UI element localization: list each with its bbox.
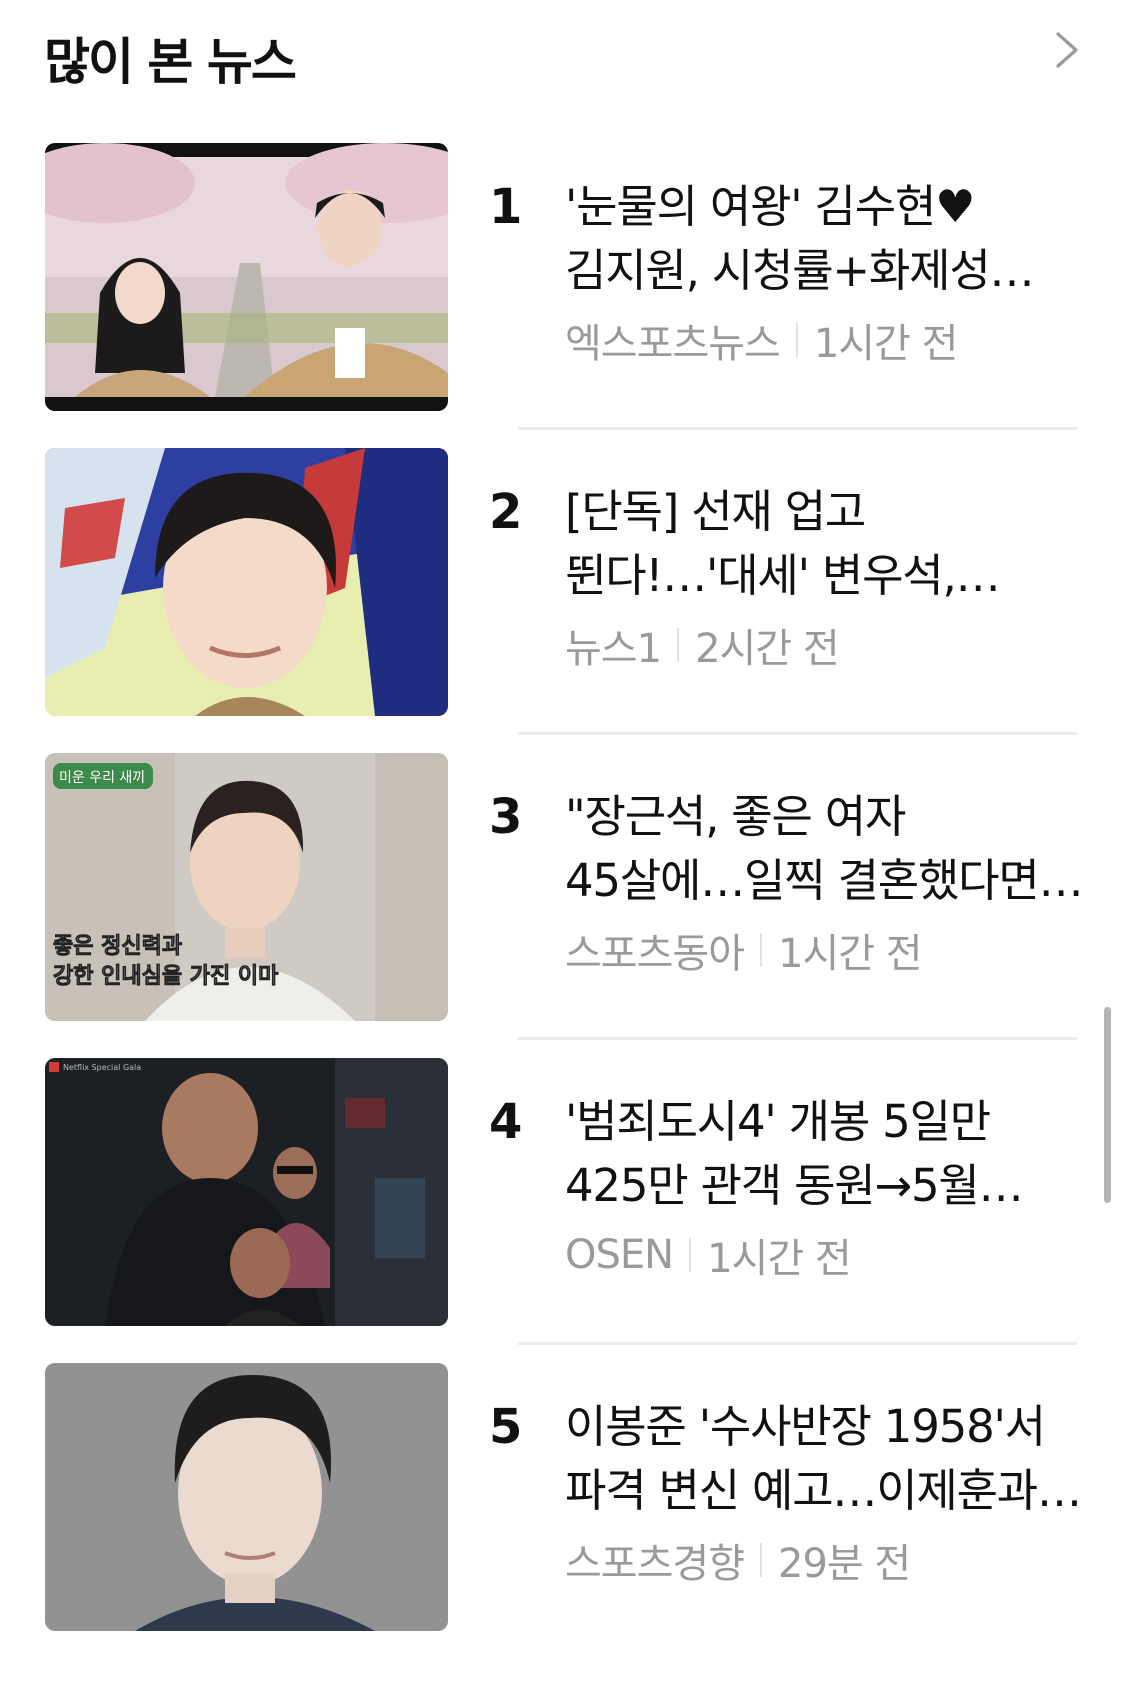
- meta-separator: [795, 323, 798, 357]
- show-badge: 미운 우리 새끼: [59, 770, 145, 786]
- news-time: 29분 전: [778, 1541, 911, 1587]
- news-item[interactable]: 미운 우리 새끼 좋은 정신력과 강한 인내심을 가진 이마 3 "장근석, 좋…: [0, 753, 1125, 1058]
- news-source: 뉴스1: [565, 626, 662, 672]
- divider: [518, 1342, 1077, 1345]
- meta-separator: [689, 1238, 692, 1272]
- news-rank: 2: [489, 484, 523, 540]
- divider: [518, 427, 1077, 430]
- news-title[interactable]: "장근석, 좋은 여자 45살에…일찍 결혼했다면 사별"…: [565, 785, 1085, 913]
- meta-separator: [760, 1543, 762, 1577]
- news-source: 스포츠경향: [565, 1541, 745, 1587]
- scrollbar[interactable]: [1104, 1007, 1111, 1203]
- section-title: 많이 본 뉴스: [44, 33, 297, 91]
- news-source: OSEN: [565, 1232, 674, 1278]
- news-item[interactable]: 2 [단독] 선재 업고 뛴다!…'대세' 변우석, '런닝맨' 출격 뉴스1 …: [0, 448, 1125, 753]
- news-item[interactable]: 1 '눈물의 여왕' 김수현♥김지원, 시청률+화제성+글로벌… 엑스포츠뉴스 …: [0, 143, 1125, 448]
- news-title[interactable]: '눈물의 여왕' 김수현♥김지원, 시청률+화제성+글로벌…: [565, 175, 1085, 303]
- news-item[interactable]: 5 이봉준 '수사반장 1958'서 파격 변신 예고…이제훈과 … 스포츠경향…: [0, 1363, 1125, 1668]
- news-rank: 1: [489, 179, 523, 235]
- news-item[interactable]: Netflix Special Gala 4 '범죄도시4' 개봉 5일만 42…: [0, 1058, 1125, 1363]
- gala-badge: Netflix Special Gala: [63, 1063, 141, 1072]
- meta-separator: [760, 933, 762, 967]
- news-meta: 뉴스1 2시간 전: [565, 616, 840, 674]
- news-thumbnail[interactable]: [45, 143, 448, 411]
- news-time: 1시간 전: [778, 931, 923, 977]
- news-title[interactable]: [단독] 선재 업고 뛴다!…'대세' 변우석, '런닝맨' 출격: [565, 480, 1085, 608]
- news-time: 1시간 전: [707, 1236, 852, 1282]
- news-meta: 스포츠동아 1시간 전: [565, 921, 923, 979]
- news-thumbnail[interactable]: [45, 448, 448, 716]
- divider: [518, 1037, 1077, 1040]
- meta-separator: [677, 628, 680, 662]
- chevron-right-icon[interactable]: [1046, 30, 1086, 70]
- news-thumbnail[interactable]: [45, 1363, 448, 1631]
- news-rank: 3: [489, 789, 523, 845]
- news-time: 1시간 전: [813, 321, 959, 367]
- news-title[interactable]: 이봉준 '수사반장 1958'서 파격 변신 예고…이제훈과 …: [565, 1395, 1085, 1523]
- news-thumbnail[interactable]: Netflix Special Gala: [45, 1058, 448, 1326]
- news-title[interactable]: '범죄도시4' 개봉 5일만 425만 관객 동원→5월 황금연…: [565, 1090, 1085, 1218]
- caption-line-1: 좋은 정신력과: [53, 934, 182, 959]
- news-rank: 5: [489, 1399, 523, 1455]
- news-meta: OSEN 1시간 전: [565, 1226, 852, 1284]
- news-time: 2시간 전: [695, 626, 840, 672]
- section-header: 많이 본 뉴스: [0, 0, 1125, 110]
- news-meta: 엑스포츠뉴스 1시간 전: [565, 311, 959, 369]
- news-thumbnail[interactable]: 미운 우리 새끼 좋은 정신력과 강한 인내심을 가진 이마: [45, 753, 448, 1021]
- news-meta: 스포츠경향 29분 전: [565, 1531, 911, 1589]
- news-rank: 4: [489, 1094, 523, 1150]
- news-source: 엑스포츠뉴스: [565, 321, 781, 367]
- news-source: 스포츠동아: [565, 931, 745, 977]
- divider: [518, 732, 1077, 735]
- news-list: 1 '눈물의 여왕' 김수현♥김지원, 시청률+화제성+글로벌… 엑스포츠뉴스 …: [0, 143, 1125, 1668]
- caption-line-2: 강한 인내심을 가진 이마: [53, 964, 279, 989]
